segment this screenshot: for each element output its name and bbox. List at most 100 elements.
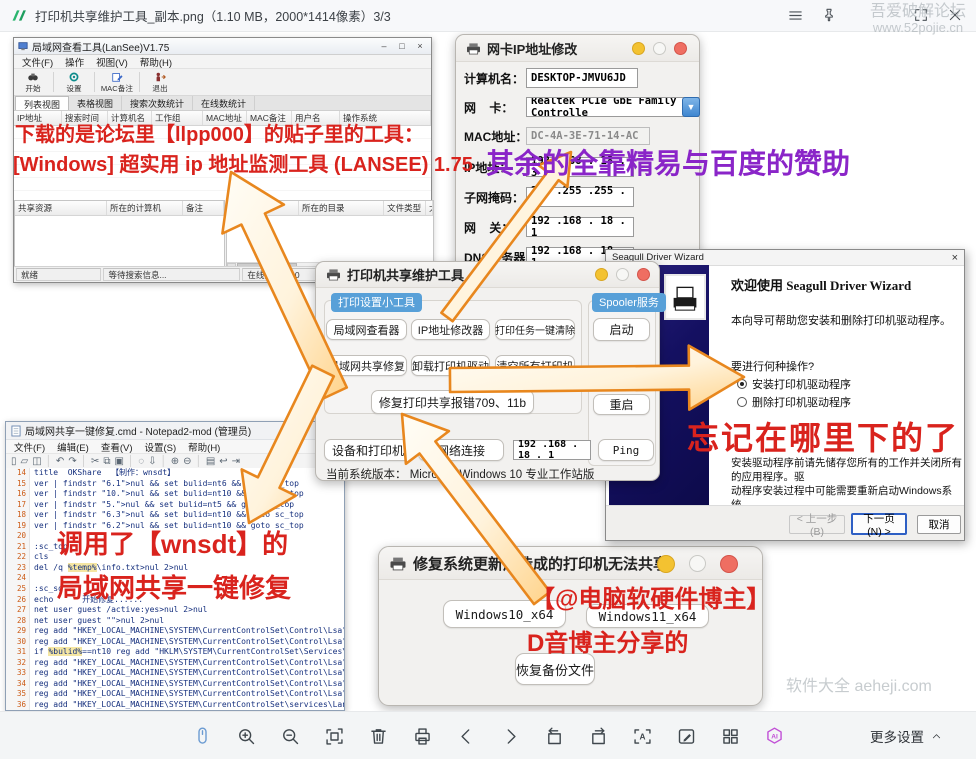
- ip-field[interactable]: 192 .168 . 18 . 3: [526, 157, 634, 177]
- menu-item[interactable]: 设置(S): [138, 440, 182, 453]
- rotate-right-icon[interactable]: [586, 724, 610, 748]
- column-header[interactable]: 工作组: [152, 111, 203, 125]
- close-light[interactable]: [637, 268, 650, 281]
- column-header[interactable]: 所在的目录: [299, 201, 384, 215]
- paste-icon[interactable]: ▣: [114, 456, 123, 467]
- fix-error-709-button[interactable]: 修复打印共享报错709、11b: [371, 390, 534, 414]
- ip-changer-button[interactable]: IP地址修改器: [411, 319, 490, 340]
- settings-button[interactable]: 设置: [59, 71, 89, 94]
- restore-backup-button[interactable]: 恢复备份文件: [515, 653, 595, 685]
- menu-icon[interactable]: [782, 2, 808, 28]
- column-header[interactable]: 计算机名: [108, 111, 152, 125]
- network-connections-button[interactable]: 网络连接: [418, 439, 504, 461]
- close-icon[interactable]: ×: [413, 41, 427, 51]
- column-header[interactable]: IP地址: [14, 111, 62, 125]
- minimize-light[interactable]: [657, 555, 675, 573]
- column-header[interactable]: 备注: [183, 201, 224, 215]
- notepad-titlebar[interactable]: 局域网共享一键修复.cmd - Notepad2-mod (管理员): [6, 422, 344, 440]
- menu-item[interactable]: 查看(V): [95, 440, 139, 453]
- tab[interactable]: 搜索次数统计: [122, 96, 193, 110]
- undo-icon[interactable]: ↶: [56, 456, 64, 467]
- devices-printers-button[interactable]: 设备和打印机: [324, 439, 412, 461]
- cancel-button[interactable]: 取消: [917, 515, 961, 534]
- spooler-restart-button[interactable]: 重启: [593, 394, 650, 415]
- edit-icon[interactable]: [674, 724, 698, 748]
- gateway-field[interactable]: 192 .168 . 18 . 1: [526, 217, 634, 237]
- pin-icon[interactable]: [816, 2, 842, 28]
- menu-item[interactable]: 帮助(H): [135, 55, 177, 68]
- column-header[interactable]: 搜索时间: [62, 111, 108, 125]
- dropdown-arrow-icon[interactable]: ▼: [682, 97, 700, 117]
- lansee-titlebar[interactable]: 局域网查看工具(LanSee)V1.75 – □ ×: [14, 38, 431, 55]
- minimize-light[interactable]: [595, 268, 608, 281]
- mouse-icon[interactable]: [190, 724, 214, 748]
- wizard-titlebar[interactable]: Seagull Driver Wizard ×: [606, 250, 964, 266]
- zoom-out-icon[interactable]: [278, 724, 302, 748]
- column-header[interactable]: 操作系统: [340, 111, 431, 125]
- ocr-icon[interactable]: A: [630, 724, 654, 748]
- tab[interactable]: 列表视图: [15, 96, 69, 110]
- ai-icon[interactable]: AI: [762, 724, 786, 748]
- maximize-light[interactable]: [689, 555, 706, 572]
- ping-ip-field[interactable]: 192 .168 . 18 . 1: [513, 440, 591, 460]
- next-icon[interactable]: [498, 724, 522, 748]
- ping-button[interactable]: Ping: [598, 439, 654, 461]
- minimize-light[interactable]: [632, 42, 645, 55]
- zoom-in-icon[interactable]: ⊕: [171, 456, 179, 467]
- menu-item[interactable]: 编辑(E): [51, 440, 95, 453]
- more-settings-button[interactable]: 更多设置: [870, 712, 942, 759]
- find-icon[interactable]: ◌: [138, 456, 144, 467]
- minimize-icon[interactable]: –: [377, 41, 391, 51]
- close-light[interactable]: [674, 42, 687, 55]
- menu-item[interactable]: 操作: [60, 55, 89, 68]
- tab[interactable]: 表格视图: [69, 96, 122, 110]
- maximize-light[interactable]: [653, 42, 666, 55]
- zoom-out-icon[interactable]: ⊖: [183, 456, 191, 467]
- windows11-button[interactable]: Windows11_x64: [586, 604, 709, 628]
- wrap-icon[interactable]: ↩: [219, 456, 227, 467]
- zoom-in-icon[interactable]: [234, 724, 258, 748]
- fit-screen-icon[interactable]: [322, 724, 346, 748]
- menu-item[interactable]: 文件(F): [8, 440, 51, 453]
- clear-print-jobs-button[interactable]: 打印任务一键清除: [495, 319, 575, 340]
- menu-item[interactable]: 文件(F): [17, 55, 58, 68]
- close-icon[interactable]: [942, 2, 968, 28]
- column-header[interactable]: 用户名: [292, 111, 340, 125]
- code-editor[interactable]: 14title OKShare 【制作：wnsdt】15ver | findst…: [6, 468, 344, 710]
- prev-icon[interactable]: [454, 724, 478, 748]
- view-icon[interactable]: ▤: [206, 456, 215, 467]
- goto-icon[interactable]: ⇩: [148, 456, 156, 467]
- open-file-icon[interactable]: ▱: [21, 456, 29, 467]
- menu-item[interactable]: 视图(V): [91, 55, 133, 68]
- lan-viewer-button[interactable]: 局域网查看器: [326, 319, 407, 340]
- adapter-select[interactable]: Realtek PCIe GbE Family Controlle: [526, 97, 699, 117]
- grid-icon[interactable]: [718, 724, 742, 748]
- save-icon[interactable]: ◫: [32, 456, 41, 467]
- column-header[interactable]: MAC备注: [247, 111, 292, 125]
- new-file-icon[interactable]: ▯: [11, 456, 17, 467]
- rotate-left-icon[interactable]: [542, 724, 566, 748]
- uninstall-driver-button[interactable]: 卸载打印机驱动: [411, 355, 490, 376]
- lan-share-repair-button[interactable]: 局域网共享修复: [326, 355, 407, 376]
- spooler-start-button[interactable]: 启动: [593, 318, 650, 341]
- radio-remove-driver[interactable]: 删除打印机驱动程序: [737, 394, 851, 410]
- column-header[interactable]: 共享资源: [227, 201, 299, 215]
- column-header[interactable]: MAC地址: [203, 111, 247, 125]
- column-header[interactable]: 所在的计算机: [107, 201, 183, 215]
- next-button[interactable]: 下一页(N) >: [851, 513, 907, 535]
- clear-printers-button[interactable]: 清空所有打印机: [495, 355, 575, 376]
- start-button[interactable]: 开始: [18, 71, 48, 94]
- close-icon[interactable]: ×: [952, 252, 958, 264]
- windows10-button[interactable]: Windows10_x64: [443, 600, 566, 628]
- maximize-light[interactable]: [616, 268, 629, 281]
- tab[interactable]: 在线数统计: [193, 96, 255, 110]
- exit-icon[interactable]: ⇥: [232, 456, 240, 467]
- column-header[interactable]: 文件类型: [384, 201, 426, 215]
- fullscreen-icon[interactable]: [908, 2, 934, 28]
- maximize-icon[interactable]: □: [395, 41, 409, 51]
- close-light[interactable]: [720, 555, 738, 573]
- column-header[interactable]: 大小: [426, 201, 433, 215]
- redo-icon[interactable]: ↷: [68, 456, 76, 467]
- menu-item[interactable]: 帮助(H): [182, 440, 226, 453]
- column-header[interactable]: 共享资源: [15, 201, 107, 215]
